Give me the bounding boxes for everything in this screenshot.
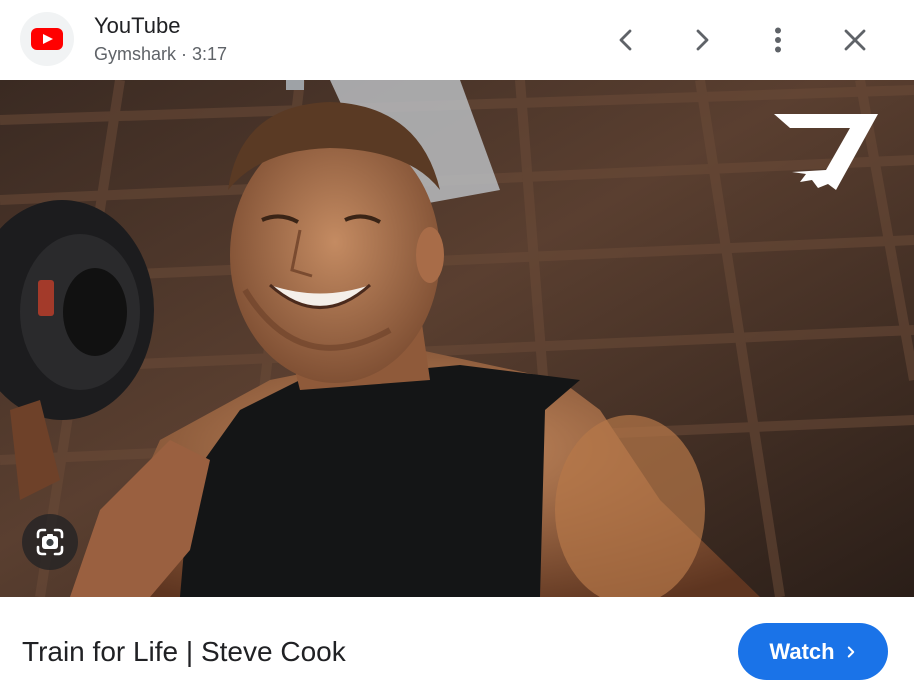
panel-header: YouTube Gymshark · 3:17 xyxy=(0,0,914,80)
close-button[interactable] xyxy=(834,19,876,61)
chevron-left-icon xyxy=(619,29,632,51)
next-button[interactable] xyxy=(681,19,723,61)
preview-panel: YouTube Gymshark · 3:17 Train for Life |… xyxy=(0,0,914,692)
google-lens-icon xyxy=(36,528,64,556)
meta-separator: · xyxy=(176,44,193,64)
more-vert-icon xyxy=(775,27,781,53)
source-title: YouTube xyxy=(94,13,181,38)
chevron-right-icon xyxy=(696,29,709,51)
channel-name: Gymshark xyxy=(94,44,177,64)
google-lens-button[interactable] xyxy=(22,514,78,570)
watch-button-label: Watch xyxy=(769,638,835,664)
video-thumbnail[interactable] xyxy=(0,80,914,597)
video-title: Train for Life | Steve Cook xyxy=(22,636,346,667)
video-duration: 3:17 xyxy=(192,44,228,64)
youtube-logo-icon xyxy=(20,12,74,66)
watch-button[interactable]: Watch xyxy=(738,623,888,680)
previous-button[interactable] xyxy=(605,19,647,61)
close-icon xyxy=(844,29,866,51)
video-meta: Gymshark · 3:17 xyxy=(94,43,227,65)
gymshark-logo-icon xyxy=(774,114,878,190)
chevron-right-icon xyxy=(847,646,854,657)
more-options-button[interactable] xyxy=(757,19,799,61)
